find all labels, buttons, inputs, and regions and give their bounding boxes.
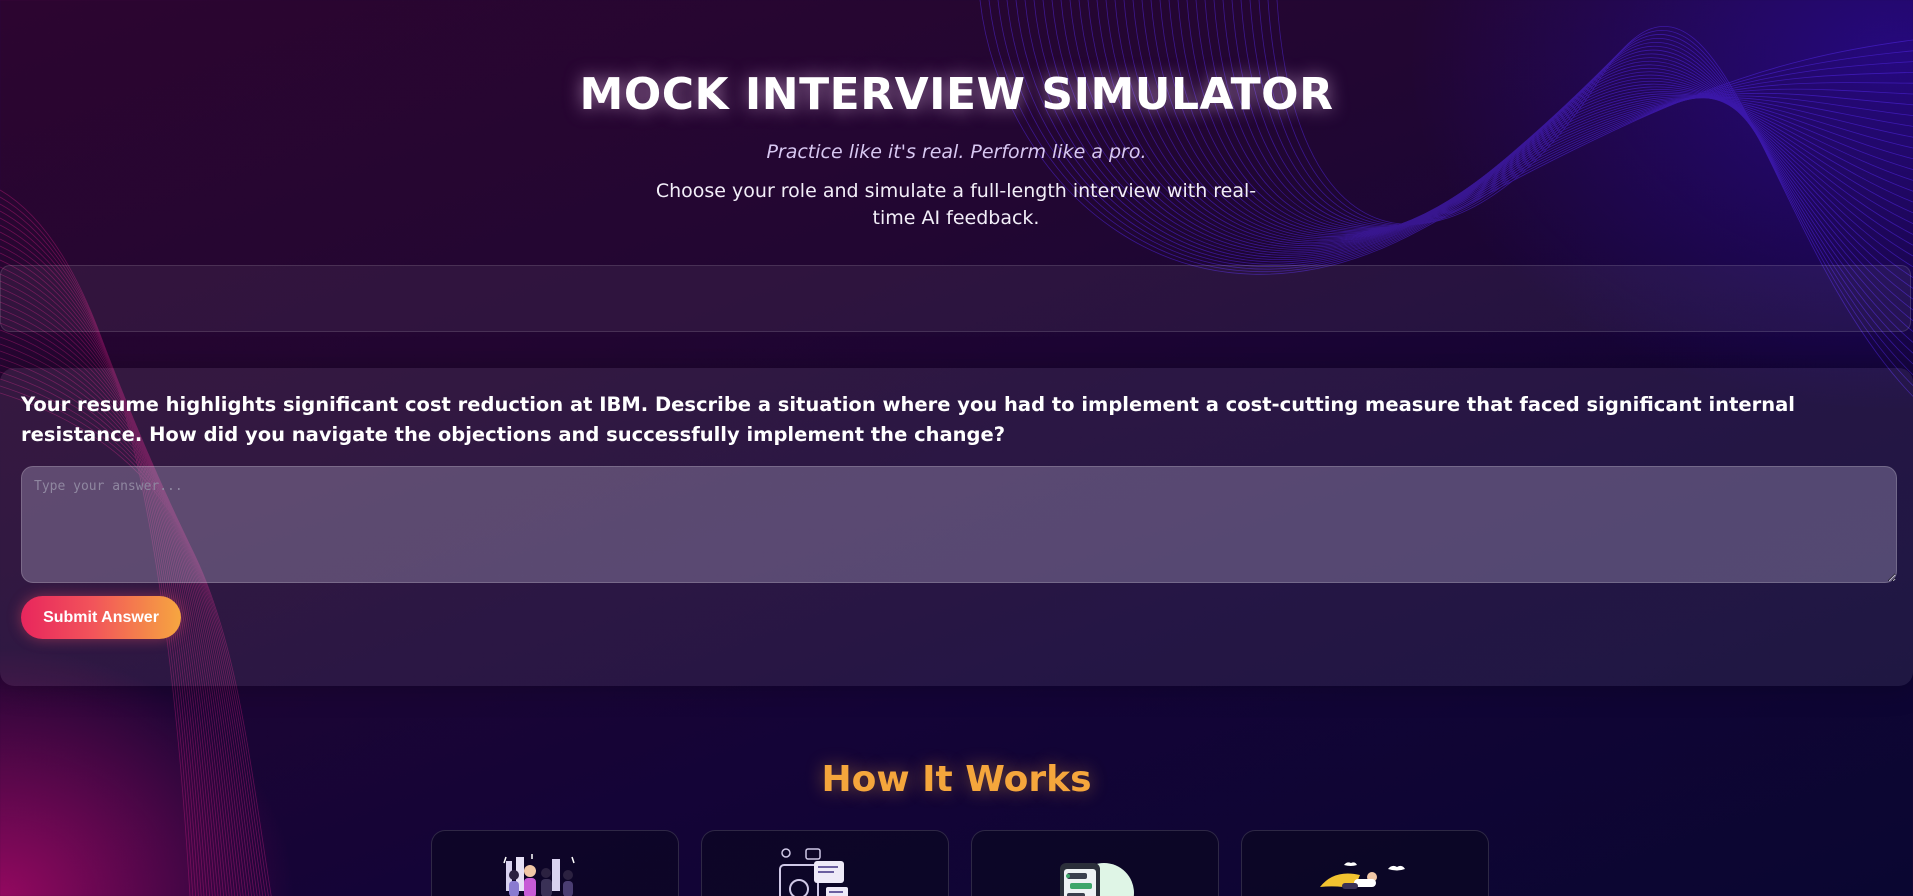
step-card-4 — [1241, 830, 1489, 896]
question-card: Your resume highlights significant cost … — [0, 368, 1913, 686]
answer-input[interactable] — [21, 466, 1897, 583]
superhero-flying-illustration-icon — [1320, 862, 1405, 889]
documents-illustration-icon — [779, 848, 848, 896]
interview-question: Your resume highlights significant cost … — [21, 393, 1795, 446]
step-card-1 — [431, 830, 679, 896]
page-title: MOCK INTERVIEW SIMULATOR — [579, 69, 1334, 120]
hero-description: Choose your role and simulate a full-len… — [655, 180, 1257, 229]
role-selection-panel — [0, 265, 1911, 332]
tagline: Practice like it's real. Perform like a … — [766, 141, 1147, 163]
step-card-2 — [701, 830, 949, 896]
how-it-works-title: How It Works — [821, 759, 1092, 800]
submit-answer-button[interactable]: Submit Answer — [21, 596, 181, 639]
team-illustration-icon — [503, 854, 575, 896]
phone-chat-illustration-icon — [1060, 863, 1134, 896]
step-card-3 — [971, 830, 1219, 896]
